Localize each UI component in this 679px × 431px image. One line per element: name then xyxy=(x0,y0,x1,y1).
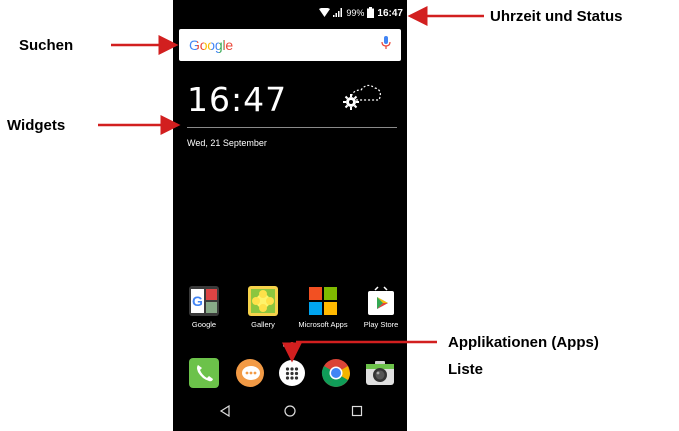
app-google[interactable]: G Google xyxy=(176,286,232,329)
google-logo: Google xyxy=(189,37,233,53)
app-microsoft-apps[interactable]: Microsoft Apps xyxy=(295,286,351,329)
clock-widget[interactable]: 16:47 xyxy=(187,80,287,119)
recents-icon[interactable] xyxy=(351,405,363,420)
back-icon[interactable] xyxy=(219,404,231,420)
app-label: Google xyxy=(191,320,217,329)
widget-divider xyxy=(187,127,397,128)
label-search: Suchen xyxy=(19,37,74,54)
camera-icon[interactable] xyxy=(365,358,395,388)
phone-icon[interactable] xyxy=(189,358,219,388)
chrome-icon[interactable] xyxy=(321,358,351,388)
app-gallery[interactable]: Gallery xyxy=(235,286,291,329)
signal-icon xyxy=(333,7,343,19)
home-icon[interactable] xyxy=(284,405,296,420)
wifi-icon xyxy=(319,7,331,19)
app-play-store[interactable]: Play Store xyxy=(353,286,407,329)
svg-text:G: G xyxy=(192,293,203,309)
date-label: Wed, 21 September xyxy=(187,138,267,148)
google-folder-icon: G xyxy=(189,286,219,316)
phone-screen: 99% 16:47 Google 16:47 Wed, 21 September… xyxy=(173,0,407,431)
battery-icon xyxy=(367,6,375,20)
battery-percent: 99% xyxy=(346,8,365,18)
page-indicator xyxy=(283,344,298,347)
app-label: Microsoft Apps xyxy=(298,320,348,329)
label-apps-line1: Applikationen (Apps) xyxy=(448,334,599,351)
weather-icon[interactable] xyxy=(339,78,383,114)
app-label: Gallery xyxy=(251,320,275,329)
app-label: Play Store xyxy=(363,320,399,329)
label-status: Uhrzeit und Status xyxy=(490,8,623,25)
status-bar: 99% 16:47 xyxy=(319,5,403,21)
status-time: 16:47 xyxy=(377,7,403,19)
label-widgets: Widgets xyxy=(7,117,66,134)
microsoft-apps-icon xyxy=(308,286,338,316)
app-drawer-icon[interactable] xyxy=(277,358,307,388)
mic-icon[interactable] xyxy=(381,35,391,55)
play-store-icon xyxy=(366,286,396,316)
label-apps-line2: Liste xyxy=(448,361,484,378)
messages-icon[interactable] xyxy=(235,358,265,388)
google-search-bar[interactable]: Google xyxy=(179,29,401,61)
gallery-icon xyxy=(248,286,278,316)
